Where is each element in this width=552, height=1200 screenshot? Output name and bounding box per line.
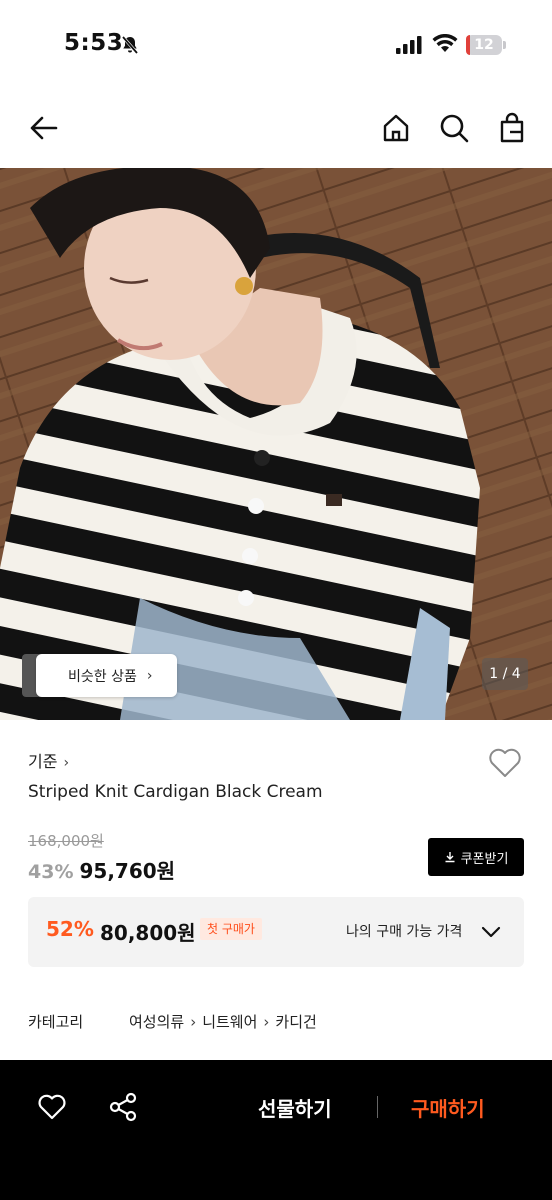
image-counter: 1 / 4 xyxy=(482,658,528,690)
share-icon xyxy=(109,1092,137,1122)
original-price: 168,000원 xyxy=(28,832,104,850)
brand-link[interactable]: 기준 › xyxy=(28,748,69,772)
download-icon xyxy=(445,852,455,863)
similar-products-label: 비슷한 상품 xyxy=(68,668,137,685)
price-row: 43% 95,760원 xyxy=(28,855,175,884)
chevron-right-icon: › xyxy=(190,1012,197,1031)
back-button[interactable] xyxy=(24,108,64,148)
sale-price: 95,760원 xyxy=(79,859,176,883)
chevron-right-icon: › xyxy=(263,1012,270,1031)
buy-button[interactable]: 구매하기 xyxy=(411,1093,485,1122)
bell-slash-icon xyxy=(121,36,139,54)
best-discount-rate: 52% xyxy=(46,917,94,941)
home-button[interactable] xyxy=(376,108,416,148)
status-time: 5:53 xyxy=(64,30,124,56)
home-icon xyxy=(383,114,409,142)
battery-icon: 12 xyxy=(466,35,502,55)
bottom-wishlist-button[interactable] xyxy=(36,1091,68,1123)
category-row: 카테고리 여성의류 › 니트웨어 › 카디건 xyxy=(28,1011,317,1032)
top-nav xyxy=(0,90,552,166)
share-button[interactable] xyxy=(107,1091,139,1123)
heart-icon xyxy=(38,1094,66,1120)
cart-button[interactable] xyxy=(492,108,532,148)
back-arrow-icon xyxy=(30,116,58,140)
similar-products-button[interactable]: 비슷한 상품 › xyxy=(36,654,177,697)
chevron-right-icon: › xyxy=(63,755,70,771)
search-button[interactable] xyxy=(434,108,474,148)
gift-button[interactable]: 선물하기 xyxy=(258,1093,332,1122)
coupon-button[interactable]: 쿠폰받기 xyxy=(428,838,524,876)
product-photo-illustration xyxy=(0,168,552,720)
wishlist-button[interactable] xyxy=(486,744,524,782)
crumb-cardigan[interactable]: 카디건 xyxy=(275,1011,316,1032)
chevron-down-icon xyxy=(481,926,501,938)
first-purchase-badge: 첫 구매가 xyxy=(200,918,262,940)
best-price-panel[interactable]: 52% 80,800원 첫 구매가 나의 구매 가능 가격 xyxy=(28,897,524,967)
heart-icon xyxy=(489,748,521,777)
divider xyxy=(377,1096,378,1118)
battery-cap xyxy=(503,41,506,49)
chevron-right-icon: › xyxy=(146,667,153,684)
shopping-bag-icon xyxy=(500,112,524,143)
category-breadcrumb: 여성의류 › 니트웨어 › 카디건 xyxy=(129,1011,317,1032)
status-bar: 5:53 12 xyxy=(0,0,552,90)
crumb-women-clothing[interactable]: 여성의류 xyxy=(129,1011,184,1032)
wifi-icon xyxy=(432,34,458,52)
battery-percent: 12 xyxy=(474,37,494,53)
best-price: 80,800원 xyxy=(100,921,196,945)
coupon-label: 쿠폰받기 xyxy=(460,851,509,867)
cellular-signal-icon xyxy=(396,36,422,54)
brand-name: 기준 xyxy=(28,752,58,771)
product-image[interactable]: 비슷한 상품 › 1 / 4 xyxy=(0,168,552,720)
bottom-action-bar: 선물하기 구매하기 xyxy=(0,1060,552,1200)
my-price-label: 나의 구매 가능 가격 xyxy=(346,924,463,940)
search-icon xyxy=(440,114,469,143)
category-label: 카테고리 xyxy=(28,1013,84,1031)
product-name: Striped Knit Cardigan Black Cream xyxy=(28,782,323,802)
crumb-knitwear[interactable]: 니트웨어 xyxy=(202,1011,257,1032)
discount-rate: 43% xyxy=(28,861,74,883)
